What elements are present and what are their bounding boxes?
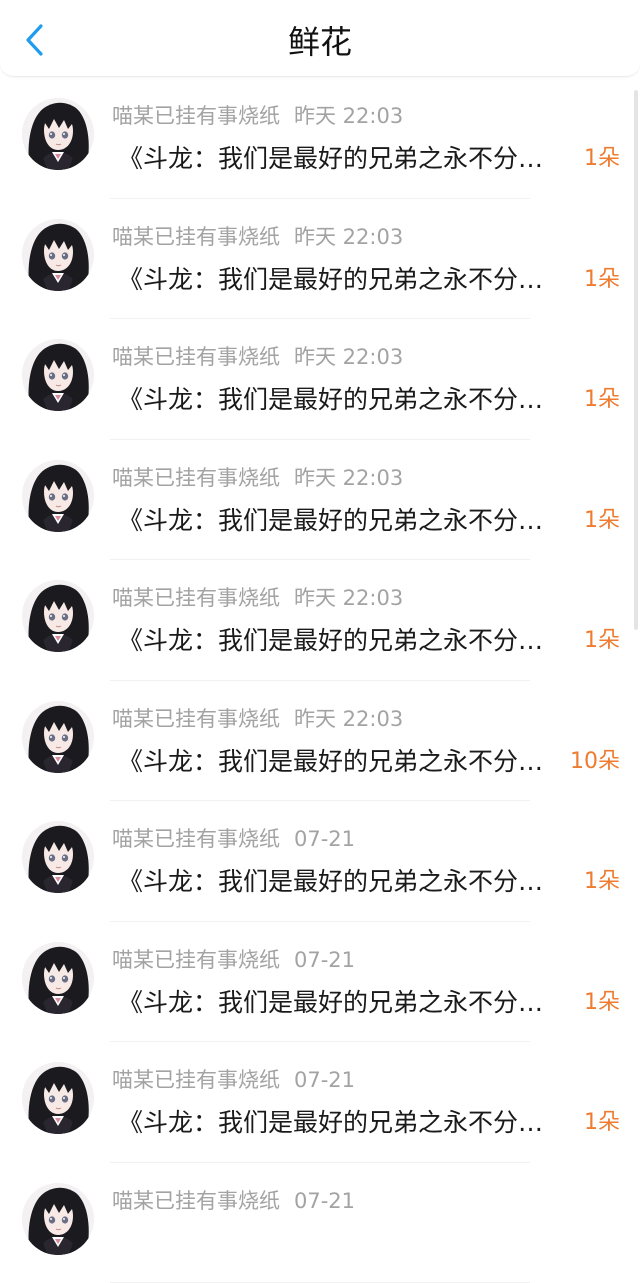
list-item[interactable]: 喵某已挂有事烧纸 07-21 xyxy=(0,1163,640,1283)
avatar[interactable] xyxy=(22,98,94,170)
message-text: 《斗龙：我们是最好的兄弟之永不分离》 xyxy=(118,1106,564,1140)
message-text: 《斗龙：我们是最好的兄弟之永不分离》 xyxy=(118,745,564,779)
sender-line: 喵某已挂有事烧纸 07-21 xyxy=(112,946,355,974)
list-item[interactable]: 喵某已挂有事烧纸昨天 22:03 《斗龙：我们是最好的兄弟之永不分离》 1朵 xyxy=(0,78,640,199)
sender-name[interactable]: 喵某已挂有事烧纸 xyxy=(112,827,280,851)
timestamp: 昨天 22:03 xyxy=(294,225,403,249)
timestamp: 07-21 xyxy=(294,827,355,851)
sender-name[interactable]: 喵某已挂有事烧纸 xyxy=(112,104,280,128)
sender-name[interactable]: 喵某已挂有事烧纸 xyxy=(112,707,280,731)
avatar-image xyxy=(22,339,94,411)
list-item[interactable]: 喵某已挂有事烧纸 07-21 《斗龙：我们是最好的兄弟之永不分离》 1朵 xyxy=(0,922,640,1043)
list-item[interactable]: 喵某已挂有事烧纸 07-21 《斗龙：我们是最好的兄弟之永不分离》 1朵 xyxy=(0,801,640,922)
avatar-image xyxy=(22,1183,94,1255)
timestamp: 07-21 xyxy=(294,1189,355,1213)
timestamp: 07-21 xyxy=(294,1068,355,1092)
sender-line: 喵某已挂有事烧纸昨天 22:03 xyxy=(112,343,403,371)
avatar-image xyxy=(22,1062,94,1134)
sender-name[interactable]: 喵某已挂有事烧纸 xyxy=(112,225,280,249)
scrollbar[interactable] xyxy=(634,90,638,630)
list-item[interactable]: 喵某已挂有事烧纸 07-21 《斗龙：我们是最好的兄弟之永不分离》 1朵 xyxy=(0,1042,640,1163)
timestamp: 07-21 xyxy=(294,948,355,972)
sender-line: 喵某已挂有事烧纸昨天 22:03 xyxy=(112,705,403,733)
timestamp: 昨天 22:03 xyxy=(294,466,403,490)
message-text: 《斗龙：我们是最好的兄弟之永不分离》 xyxy=(118,865,564,899)
page-title: 鲜花 xyxy=(0,20,640,64)
flower-count: 1朵 xyxy=(584,1108,620,1138)
sender-name[interactable]: 喵某已挂有事烧纸 xyxy=(112,586,280,610)
top-bar: 鲜花 xyxy=(0,0,640,77)
flower-count: 1朵 xyxy=(584,867,620,897)
avatar-image xyxy=(22,98,94,170)
avatar[interactable] xyxy=(22,580,94,652)
list-item[interactable]: 喵某已挂有事烧纸昨天 22:03 《斗龙：我们是最好的兄弟之永不分离》 10朵 xyxy=(0,681,640,802)
sender-name[interactable]: 喵某已挂有事烧纸 xyxy=(112,948,280,972)
message-text: 《斗龙：我们是最好的兄弟之永不分离》 xyxy=(118,986,564,1020)
sender-name[interactable]: 喵某已挂有事烧纸 xyxy=(112,466,280,490)
flower-count: 1朵 xyxy=(584,506,620,536)
sender-line: 喵某已挂有事烧纸 07-21 xyxy=(112,825,355,853)
avatar-image xyxy=(22,460,94,532)
list-item[interactable]: 喵某已挂有事烧纸昨天 22:03 《斗龙：我们是最好的兄弟之永不分离》 1朵 xyxy=(0,560,640,681)
message-text: 《斗龙：我们是最好的兄弟之永不分离》 xyxy=(118,624,564,658)
timestamp: 昨天 22:03 xyxy=(294,345,403,369)
avatar[interactable] xyxy=(22,942,94,1014)
avatar[interactable] xyxy=(22,701,94,773)
sender-name[interactable]: 喵某已挂有事烧纸 xyxy=(112,345,280,369)
timestamp: 昨天 22:03 xyxy=(294,586,403,610)
message-text: 《斗龙：我们是最好的兄弟之永不分离》 xyxy=(118,263,564,297)
sender-line: 喵某已挂有事烧纸 07-21 xyxy=(112,1187,355,1215)
flower-count: 1朵 xyxy=(584,626,620,656)
avatar-image xyxy=(22,219,94,291)
avatar-image xyxy=(22,821,94,893)
avatar[interactable] xyxy=(22,339,94,411)
sender-line: 喵某已挂有事烧纸昨天 22:03 xyxy=(112,223,403,251)
avatar[interactable] xyxy=(22,1062,94,1134)
sender-line: 喵某已挂有事烧纸 07-21 xyxy=(112,1066,355,1094)
sender-line: 喵某已挂有事烧纸昨天 22:03 xyxy=(112,102,403,130)
flower-count: 10朵 xyxy=(570,747,620,777)
flower-count: 1朵 xyxy=(584,385,620,415)
message-text: 《斗龙：我们是最好的兄弟之永不分离》 xyxy=(118,383,564,417)
sender-line: 喵某已挂有事烧纸昨天 22:03 xyxy=(112,584,403,612)
sender-line: 喵某已挂有事烧纸昨天 22:03 xyxy=(112,464,403,492)
list-item[interactable]: 喵某已挂有事烧纸昨天 22:03 《斗龙：我们是最好的兄弟之永不分离》 1朵 xyxy=(0,440,640,561)
list-item[interactable]: 喵某已挂有事烧纸昨天 22:03 《斗龙：我们是最好的兄弟之永不分离》 1朵 xyxy=(0,199,640,320)
avatar-image xyxy=(22,580,94,652)
avatar[interactable] xyxy=(22,460,94,532)
flower-count: 1朵 xyxy=(584,265,620,295)
avatar-image xyxy=(22,701,94,773)
avatar[interactable] xyxy=(22,219,94,291)
flower-count: 1朵 xyxy=(584,988,620,1018)
sender-name[interactable]: 喵某已挂有事烧纸 xyxy=(112,1189,280,1213)
sender-name[interactable]: 喵某已挂有事烧纸 xyxy=(112,1068,280,1092)
flower-list: 喵某已挂有事烧纸昨天 22:03 《斗龙：我们是最好的兄弟之永不分离》 1朵 xyxy=(0,78,640,1283)
timestamp: 昨天 22:03 xyxy=(294,104,403,128)
message-text: 《斗龙：我们是最好的兄弟之永不分离》 xyxy=(118,142,564,176)
avatar-image xyxy=(22,942,94,1014)
list-item[interactable]: 喵某已挂有事烧纸昨天 22:03 《斗龙：我们是最好的兄弟之永不分离》 1朵 xyxy=(0,319,640,440)
message-text: 《斗龙：我们是最好的兄弟之永不分离》 xyxy=(118,504,564,538)
timestamp: 昨天 22:03 xyxy=(294,707,403,731)
avatar[interactable] xyxy=(22,821,94,893)
flower-count: 1朵 xyxy=(584,144,620,174)
avatar[interactable] xyxy=(22,1183,94,1255)
